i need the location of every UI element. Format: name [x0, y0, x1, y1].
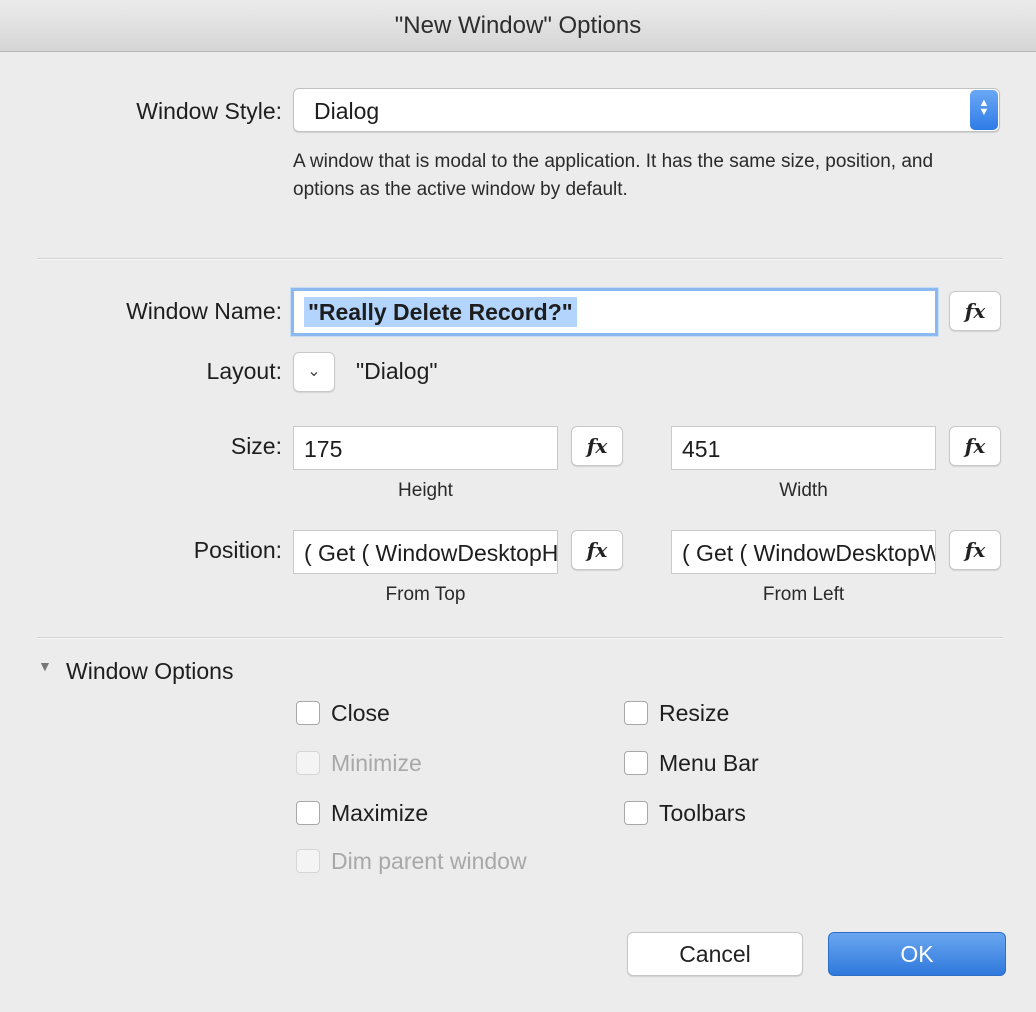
from-left-field[interactable]: ( Get ( WindowDesktopWidth ) - 451 ) / 2 — [671, 530, 936, 574]
from-left-caption: From Left — [762, 584, 845, 605]
new-window-options-dialog: "New Window" Options Window Style: Dialo… — [0, 0, 1036, 1012]
height-field[interactable]: 175 — [293, 426, 558, 470]
width-fx-button[interactable]: fx — [949, 426, 1001, 466]
height-fx-button[interactable]: fx — [571, 426, 623, 466]
dialog-title: "New Window" Options — [0, 0, 1036, 52]
resize-checkbox[interactable] — [624, 701, 648, 725]
width-caption: Width — [779, 480, 828, 501]
disclosure-triangle-icon[interactable]: ▼ — [38, 658, 52, 674]
ok-button[interactable]: OK — [828, 932, 1006, 976]
toolbars-checkbox-label[interactable]: Toolbars — [659, 800, 746, 827]
resize-checkbox-label[interactable]: Resize — [659, 700, 729, 727]
width-field[interactable]: 451 — [671, 426, 936, 470]
divider — [37, 637, 1003, 639]
window-style-popup[interactable]: Dialog ▲ ▼ — [293, 88, 1000, 132]
dim-parent-window-checkbox — [296, 849, 320, 873]
close-checkbox[interactable] — [296, 701, 320, 725]
popup-stepper-icon: ▲ ▼ — [970, 90, 998, 130]
size-label: Size: — [230, 433, 282, 459]
menu-bar-checkbox-label[interactable]: Menu Bar — [659, 750, 759, 777]
from-top-caption: From Top — [385, 584, 466, 605]
from-top-fx-button[interactable]: fx — [571, 530, 623, 570]
layout-chevron-down-icon[interactable]: ⌄ — [293, 352, 335, 392]
minimize-checkbox-label: Minimize — [331, 750, 422, 776]
window-style-label: Window Style: — [136, 98, 282, 124]
position-label: Position: — [193, 537, 282, 563]
minimize-checkbox — [296, 751, 320, 775]
from-top-field[interactable]: ( Get ( WindowDesktopHeight ) - 175 ) / … — [293, 530, 558, 574]
close-checkbox-label[interactable]: Close — [331, 700, 390, 727]
height-caption: Height — [398, 480, 453, 501]
window-style-description: A window that is modal to the applicatio… — [293, 151, 934, 200]
dim-parent-window-checkbox-label: Dim parent window — [331, 848, 527, 874]
window-options-heading[interactable]: Window Options — [66, 658, 233, 685]
maximize-checkbox-label[interactable]: Maximize — [331, 800, 428, 827]
window-name-fx-button[interactable]: fx — [949, 291, 1001, 331]
from-left-fx-button[interactable]: fx — [949, 530, 1001, 570]
window-name-label: Window Name: — [126, 298, 282, 324]
menu-bar-checkbox[interactable] — [624, 751, 648, 775]
toolbars-checkbox[interactable] — [624, 801, 648, 825]
layout-label: Layout: — [206, 358, 282, 384]
window-name-field[interactable]: "Really Delete Record?" — [291, 288, 938, 336]
layout-value: "Dialog" — [356, 358, 438, 384]
divider — [37, 258, 1003, 260]
window-style-value: Dialog — [314, 98, 380, 124]
cancel-button[interactable]: Cancel — [627, 932, 803, 976]
window-name-value: "Really Delete Record?" — [304, 297, 577, 327]
maximize-checkbox[interactable] — [296, 801, 320, 825]
